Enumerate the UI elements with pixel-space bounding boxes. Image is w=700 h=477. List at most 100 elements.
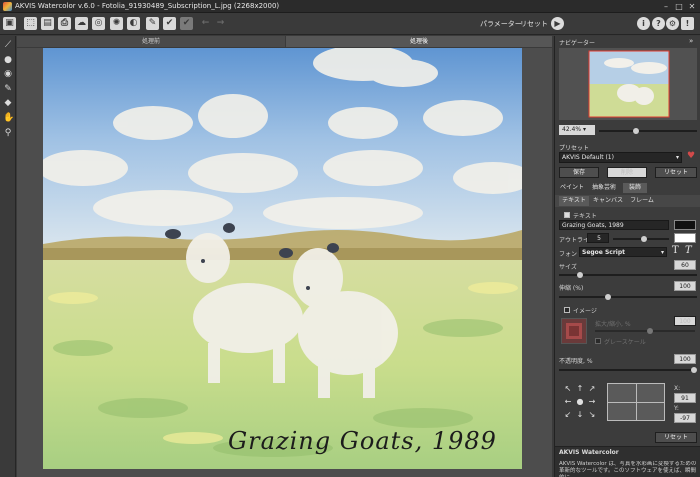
stamp-tool-icon[interactable]: ◉: [3, 69, 13, 79]
scale-label: 拡大/縮小, %: [595, 321, 631, 328]
bold-text-icon[interactable]: T: [672, 245, 679, 256]
zoom-value: 42.4%: [562, 126, 582, 133]
hand-tool-icon[interactable]: ✋: [3, 113, 14, 123]
scale-slider[interactable]: [595, 328, 695, 334]
opacity-slider[interactable]: [559, 367, 697, 373]
undo-icon[interactable]: ←: [199, 17, 212, 30]
share-icon[interactable]: ☁: [75, 17, 88, 30]
tab-decoration[interactable]: 装飾: [623, 183, 647, 193]
grayscale-label: グレースケール: [604, 339, 646, 346]
text-input[interactable]: Grazing Goats, 1989: [559, 220, 669, 230]
info-icon[interactable]: i: [637, 17, 650, 30]
help-icon[interactable]: ?: [652, 17, 665, 30]
drop-tool-icon[interactable]: ●: [3, 55, 13, 65]
apply-icon[interactable]: ✎: [146, 17, 159, 30]
grayscale-checkbox[interactable]: [595, 338, 601, 344]
presets-icon[interactable]: ◐: [127, 17, 140, 30]
reset-button[interactable]: リセット: [520, 19, 548, 29]
parameters-button[interactable]: パラメーター: [480, 19, 522, 29]
minimize-button[interactable]: –: [662, 2, 670, 11]
preset-value: AKVIS Default (1): [562, 154, 614, 161]
stretch-input[interactable]: 100: [674, 281, 696, 291]
tab-frame[interactable]: フレーム: [627, 196, 657, 206]
outline-input[interactable]: 5: [587, 233, 609, 243]
stretch-slider-knob[interactable]: [605, 294, 611, 300]
italic-text-icon[interactable]: T: [685, 245, 692, 256]
size-slider-knob[interactable]: [577, 272, 583, 278]
sub-tabs: テキスト キャンバス フレーム: [555, 195, 700, 207]
arrow-down-left-icon[interactable]: ↙: [563, 410, 573, 420]
arrow-down-icon[interactable]: ↓: [575, 410, 585, 420]
opacity-input[interactable]: 100: [674, 354, 696, 364]
reset-text-button[interactable]: リセット: [655, 432, 697, 443]
scale-slider-knob[interactable]: [647, 328, 653, 334]
panel-arrow-icon[interactable]: »: [689, 37, 697, 45]
redo-icon[interactable]: →: [214, 17, 227, 30]
tab-after[interactable]: 処理後: [286, 36, 552, 47]
pencil-tool-icon[interactable]: ✎: [3, 84, 13, 94]
center-dot-icon[interactable]: ●: [575, 397, 585, 407]
arrow-up-icon[interactable]: ↑: [575, 384, 585, 394]
run-icon[interactable]: ✔: [180, 17, 193, 30]
save-preset-button[interactable]: 保存: [559, 167, 599, 178]
tab-canvas[interactable]: キャンバス: [591, 196, 625, 206]
text-checkbox-label: テキスト: [573, 213, 597, 220]
workspace-icon[interactable]: ▣: [3, 17, 16, 30]
arrow-down-right-icon[interactable]: ↘: [587, 410, 597, 420]
effects-icon[interactable]: ✺: [110, 17, 123, 30]
message-icon[interactable]: !: [681, 17, 694, 30]
favorite-heart-icon[interactable]: ♥: [687, 151, 695, 161]
image-checkbox[interactable]: [564, 307, 570, 313]
batch-icon[interactable]: ◎: [92, 17, 105, 30]
x-input[interactable]: 91: [674, 393, 696, 403]
outline-slider-knob[interactable]: [641, 236, 647, 242]
gear-icon[interactable]: ⚙: [666, 17, 679, 30]
zoom-slider[interactable]: [599, 128, 697, 134]
navigator-frame[interactable]: [559, 48, 697, 120]
arrow-left-icon[interactable]: ←: [563, 397, 573, 407]
brush-tool-icon[interactable]: ⟋: [3, 40, 13, 50]
zoom-slider-knob[interactable]: [633, 128, 639, 134]
settings-check-icon[interactable]: ✔: [163, 17, 176, 30]
arrow-right-icon[interactable]: →: [587, 397, 597, 407]
size-input[interactable]: 60: [674, 260, 696, 270]
title-bar: AKVIS Watercolor v.6.0 - Fotolia_9193048…: [0, 0, 700, 13]
tab-abstract[interactable]: 抽象芸術: [587, 183, 621, 193]
tab-paint[interactable]: ペイント: [559, 183, 585, 193]
opacity-label: 不透明度, %: [559, 358, 593, 365]
stretch-slider[interactable]: [559, 294, 697, 300]
open-file-icon[interactable]: ⬚: [24, 17, 37, 30]
text-checkbox[interactable]: [564, 212, 570, 218]
eraser-tool-icon[interactable]: ◆: [3, 98, 13, 108]
arrow-up-left-icon[interactable]: ↖: [563, 384, 573, 394]
font-select[interactable]: Segoe Script ▾: [579, 247, 667, 257]
toolbar: ▣ ⬚ ▤ ⎙ ☁ ◎ ✺ ◐ ✎ ✔ ✔ ← → パラメーター リセット ▶ …: [0, 13, 700, 35]
save-file-icon[interactable]: ▤: [41, 17, 54, 30]
run-play-icon[interactable]: ▶: [551, 17, 564, 30]
print-icon[interactable]: ⎙: [58, 17, 71, 30]
text-color-swatch[interactable]: [674, 220, 696, 230]
arrow-up-right-icon[interactable]: ↗: [587, 384, 597, 394]
opacity-slider-knob[interactable]: [691, 367, 697, 373]
preset-select[interactable]: AKVIS Default (1) ▾: [559, 152, 682, 163]
help-title: AKVIS Watercolor: [559, 449, 619, 456]
outline-slider[interactable]: [613, 236, 669, 242]
position-grid[interactable]: [607, 383, 665, 421]
scale-input[interactable]: 100: [674, 316, 696, 326]
zoom-tool-icon[interactable]: ⚲: [3, 128, 13, 138]
preview-image[interactable]: [43, 48, 522, 469]
presets-title: プリセット: [559, 145, 590, 152]
tab-before[interactable]: 処理前: [17, 36, 285, 47]
reset-preset-button[interactable]: リセット: [655, 167, 697, 178]
outline-color-swatch[interactable]: [674, 233, 696, 243]
chevron-down-icon: ▾: [675, 154, 679, 161]
image-caption: Grazing Goats, 1989: [228, 427, 497, 455]
size-slider[interactable]: [559, 272, 697, 278]
maximize-button[interactable]: □: [675, 2, 683, 11]
stamp-image-thumb[interactable]: [561, 318, 587, 344]
delete-preset-button[interactable]: 削除: [607, 167, 647, 178]
y-input[interactable]: -97: [674, 413, 696, 423]
tab-text[interactable]: テキスト: [559, 196, 589, 206]
zoom-select[interactable]: 42.4% ▾: [559, 125, 595, 135]
close-button[interactable]: ✕: [688, 2, 696, 11]
